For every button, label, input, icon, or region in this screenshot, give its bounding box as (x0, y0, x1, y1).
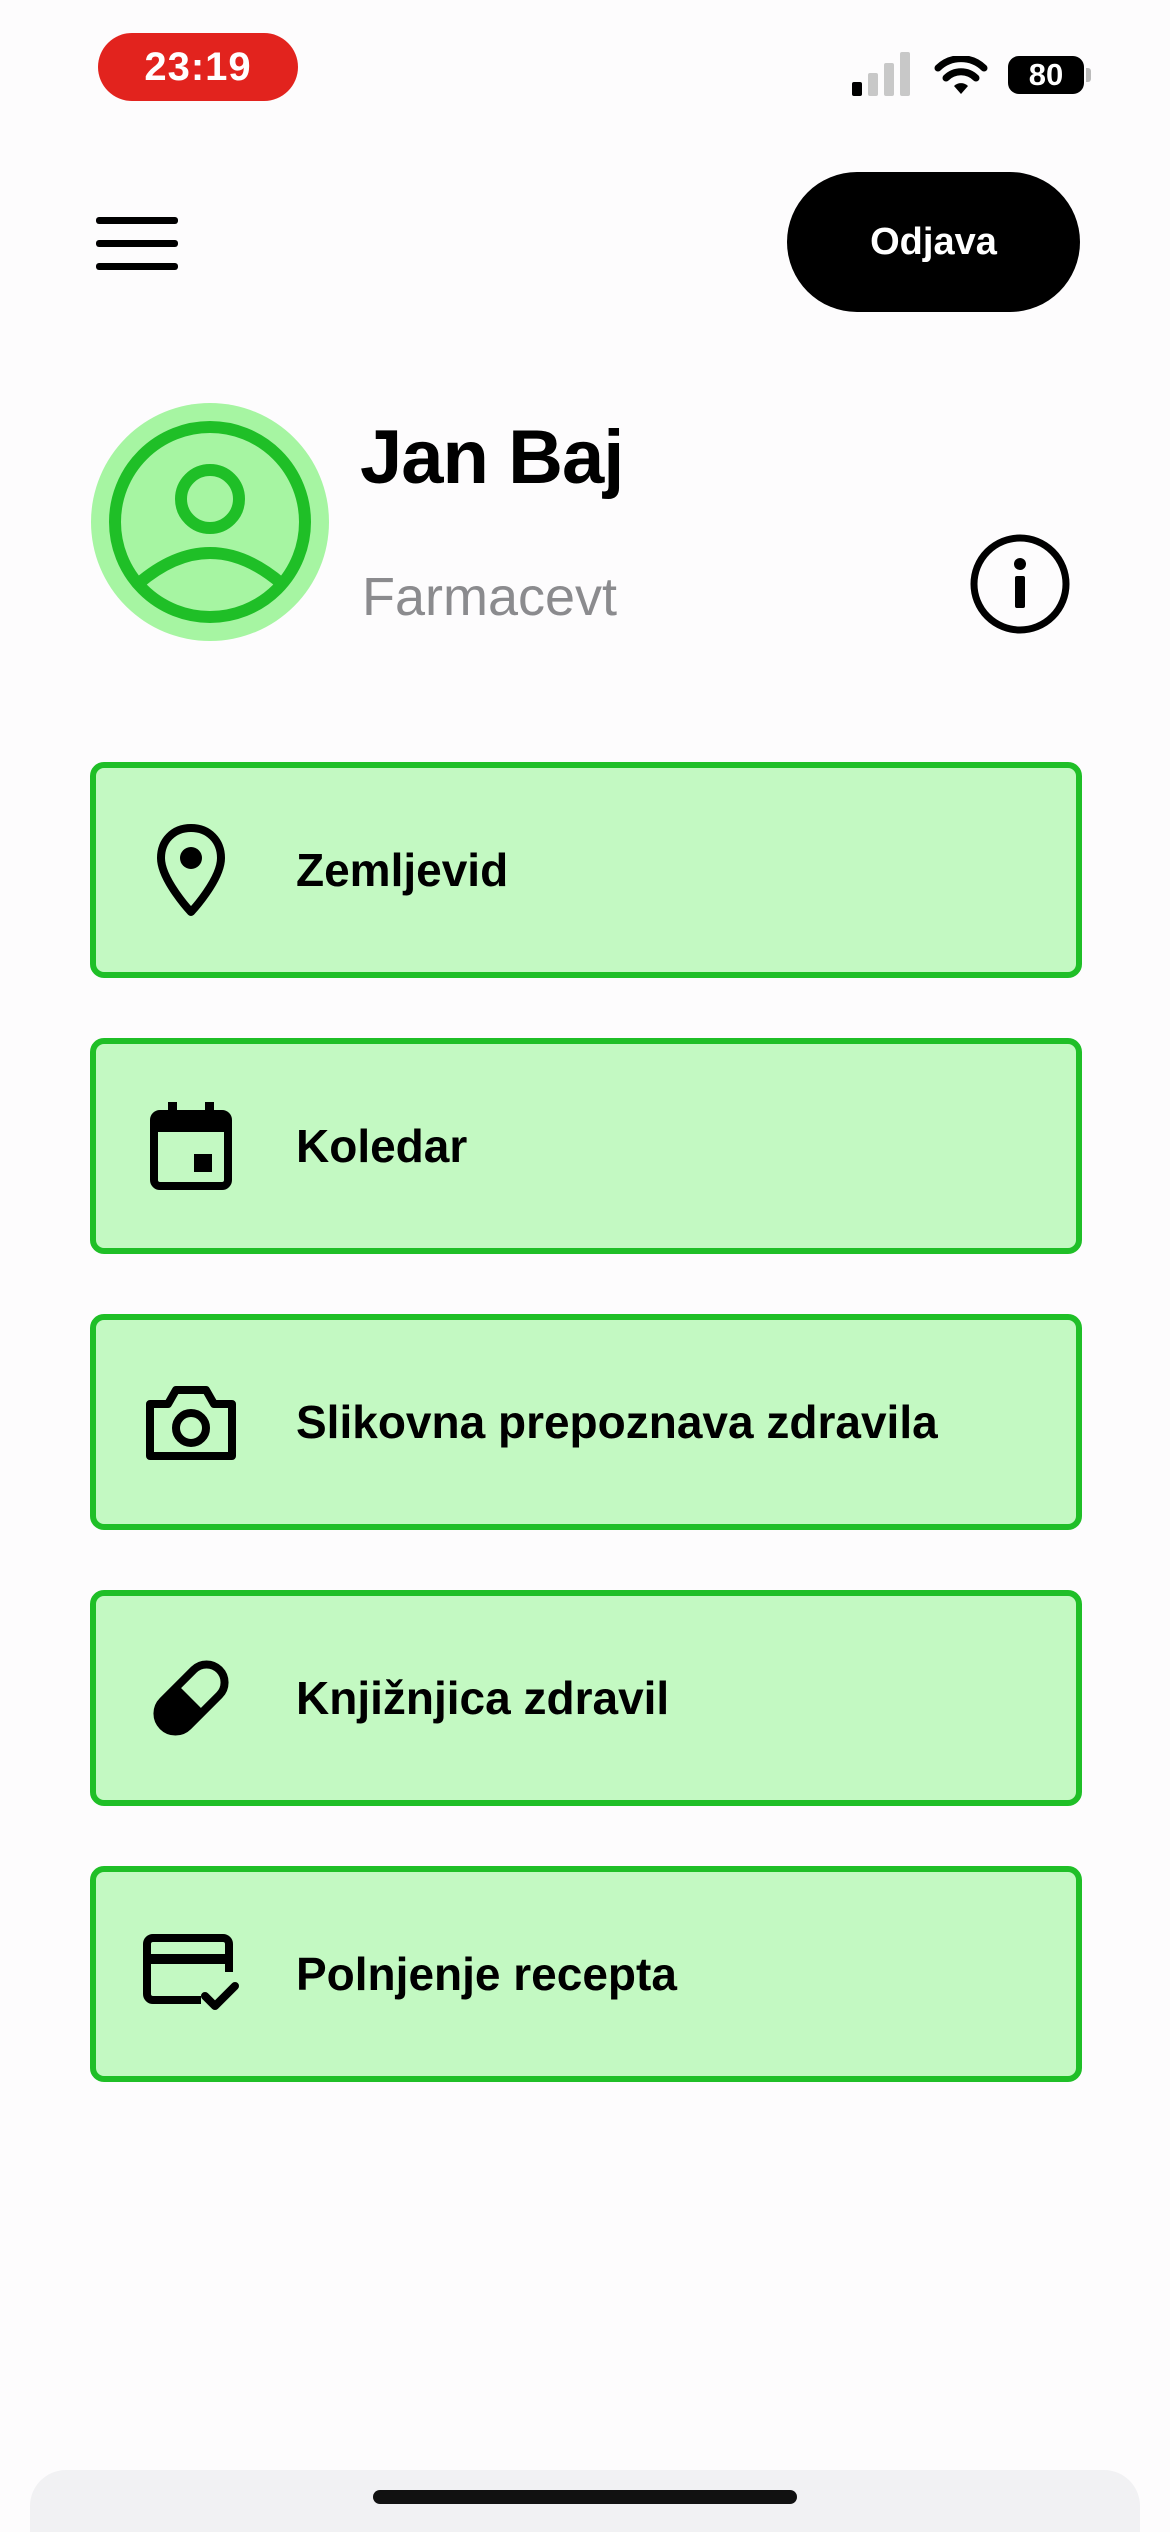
profile-name: Jan Baj (360, 415, 624, 500)
profile-role: Farmacevt (362, 567, 618, 627)
user-circle-icon (91, 403, 329, 641)
camera-icon (136, 1367, 246, 1477)
menu-item-calendar[interactable]: Koledar (90, 1038, 1082, 1254)
wifi-icon (934, 56, 988, 94)
location-pin-icon (136, 815, 246, 925)
pill-icon (136, 1643, 246, 1753)
menu-item-label: Koledar (296, 1120, 468, 1172)
hamburger-menu-icon[interactable] (96, 212, 180, 274)
menu-item-drug-library[interactable]: Knjižnjica zdravil (90, 1590, 1082, 1806)
menu-item-prescription-refill[interactable]: Polnjenje recepta (90, 1866, 1082, 2082)
info-icon[interactable] (968, 532, 1072, 636)
calendar-icon (136, 1091, 246, 1201)
cellular-signal-icon (852, 52, 910, 96)
menu-item-label: Zemljevid (296, 844, 509, 896)
app-screen: 23:19 80 Odjava Jan Baj Farmacevt Zemlje… (0, 0, 1170, 2532)
card-check-icon (136, 1919, 246, 2029)
logout-button[interactable]: Odjava (787, 172, 1080, 312)
home-indicator[interactable] (373, 2490, 797, 2504)
menu-item-label: Knjižnjica zdravil (296, 1672, 670, 1724)
menu-item-label: Slikovna prepoznava zdravila (296, 1396, 938, 1448)
menu-item-map[interactable]: Zemljevid (90, 762, 1082, 978)
battery-cap (1086, 68, 1091, 82)
menu-item-image-recognition[interactable]: Slikovna prepoznava zdravila (90, 1314, 1082, 1530)
menu-item-label: Polnjenje recepta (296, 1948, 677, 2000)
battery-level: 80 (1008, 56, 1084, 94)
status-time: 23:19 (98, 33, 298, 101)
